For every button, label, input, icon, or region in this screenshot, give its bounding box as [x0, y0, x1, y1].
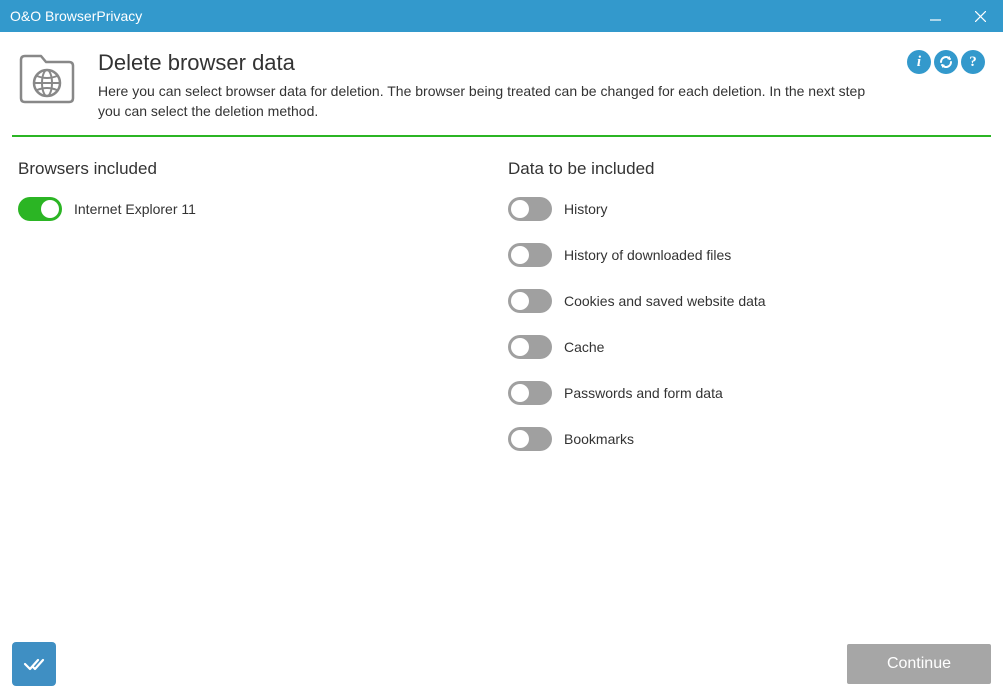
help-icon: ?	[969, 54, 977, 71]
help-button[interactable]: ?	[961, 50, 985, 74]
data-toggle-bookmarks[interactable]	[508, 427, 552, 451]
browser-label: Internet Explorer 11	[74, 201, 196, 217]
data-column: Data to be included History History of d…	[508, 159, 985, 473]
data-label: Passwords and form data	[564, 385, 723, 401]
header-section: Delete browser data Here you can select …	[0, 32, 1003, 135]
data-section-title: Data to be included	[508, 159, 985, 179]
minimize-button[interactable]	[913, 0, 958, 32]
minimize-icon	[930, 11, 941, 22]
window-controls	[913, 0, 1003, 32]
data-toggle-history[interactable]	[508, 197, 552, 221]
close-icon	[975, 11, 986, 22]
page-title: Delete browser data	[98, 50, 907, 76]
close-button[interactable]	[958, 0, 1003, 32]
data-label: History of downloaded files	[564, 247, 731, 263]
header-text: Delete browser data Here you can select …	[98, 50, 907, 121]
browsers-column: Browsers included Internet Explorer 11	[18, 159, 508, 473]
toggle-knob	[511, 384, 529, 402]
toggle-knob	[511, 246, 529, 264]
check-all-button[interactable]	[12, 642, 56, 686]
toggle-knob	[41, 200, 59, 218]
titlebar: O&O BrowserPrivacy	[0, 0, 1003, 32]
toggle-knob	[511, 200, 529, 218]
browser-row: Internet Explorer 11	[18, 197, 508, 221]
page-description: Here you can select browser data for del…	[98, 82, 888, 121]
refresh-button[interactable]	[934, 50, 958, 74]
data-row: Cache	[508, 335, 985, 359]
data-toggle-downloaded-history[interactable]	[508, 243, 552, 267]
app-title: O&O BrowserPrivacy	[10, 8, 913, 24]
toggle-knob	[511, 430, 529, 448]
data-toggle-cookies[interactable]	[508, 289, 552, 313]
double-check-icon	[22, 652, 46, 676]
data-label: Bookmarks	[564, 431, 634, 447]
folder-globe-icon	[18, 50, 76, 106]
data-row: Bookmarks	[508, 427, 985, 451]
data-label: History	[564, 201, 608, 217]
header-action-icons: i ?	[907, 50, 985, 74]
refresh-icon	[938, 54, 954, 70]
content-area: Browsers included Internet Explorer 11 D…	[0, 137, 1003, 495]
info-icon: i	[917, 54, 921, 71]
data-row: History of downloaded files	[508, 243, 985, 267]
toggle-knob	[511, 338, 529, 356]
info-button[interactable]: i	[907, 50, 931, 74]
data-toggle-cache[interactable]	[508, 335, 552, 359]
continue-button[interactable]: Continue	[847, 644, 991, 684]
data-label: Cookies and saved website data	[564, 293, 766, 309]
browser-toggle-ie11[interactable]	[18, 197, 62, 221]
data-row: Passwords and form data	[508, 381, 985, 405]
footer: Continue	[12, 642, 991, 686]
browsers-section-title: Browsers included	[18, 159, 508, 179]
data-toggle-passwords[interactable]	[508, 381, 552, 405]
data-label: Cache	[564, 339, 604, 355]
toggle-knob	[511, 292, 529, 310]
data-row: History	[508, 197, 985, 221]
data-row: Cookies and saved website data	[508, 289, 985, 313]
